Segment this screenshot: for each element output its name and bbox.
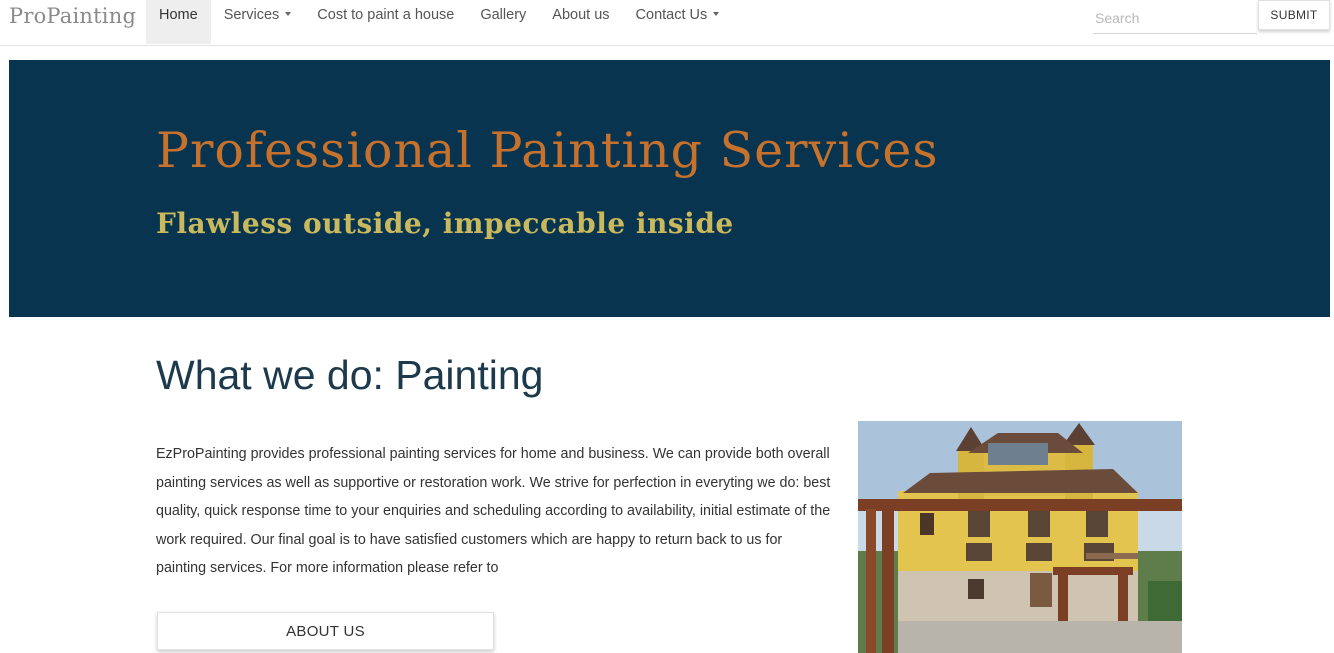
caret-down-icon: [713, 12, 720, 17]
nav-item-contact[interactable]: Contact Us: [623, 0, 733, 44]
nav-item-cost[interactable]: Cost to paint a house: [304, 0, 467, 44]
nav-item-label: About us: [552, 7, 610, 23]
nav-item-label: Contact Us: [635, 7, 708, 23]
nav-item-label: Services: [223, 7, 280, 23]
nav-item-services[interactable]: Services: [211, 0, 305, 44]
hero-title: Professional Painting Services: [156, 122, 939, 179]
intro-paragraph: EzProPainting provides professional pain…: [156, 446, 831, 577]
house-photo: [858, 421, 1182, 653]
about-us-button[interactable]: ABOUT US: [157, 612, 494, 650]
hero-subtitle: Flawless outside, impeccable inside: [156, 207, 734, 240]
search-input[interactable]: [1093, 3, 1257, 34]
hero-banner: Professional Painting Services Flawless …: [9, 60, 1330, 317]
nav-item-gallery[interactable]: Gallery: [467, 0, 539, 44]
caret-down-icon: [285, 12, 292, 17]
nav-item-label: Home: [159, 7, 198, 23]
nav-item-label: Gallery: [480, 7, 527, 23]
main-nav: Home Services Cost to paint a house Gall…: [146, 0, 732, 44]
yellow-house-image: [858, 421, 1182, 653]
top-navbar: ProPainting Home Services Cost to paint …: [0, 0, 1334, 46]
brand-logo[interactable]: ProPainting: [9, 4, 136, 28]
submit-button[interactable]: SUBMIT: [1258, 0, 1330, 30]
nav-item-about[interactable]: About us: [539, 0, 622, 44]
nav-item-label: Cost to paint a house: [317, 7, 455, 23]
section-title: What we do: Painting: [156, 352, 544, 398]
nav-item-home[interactable]: Home: [146, 0, 211, 44]
